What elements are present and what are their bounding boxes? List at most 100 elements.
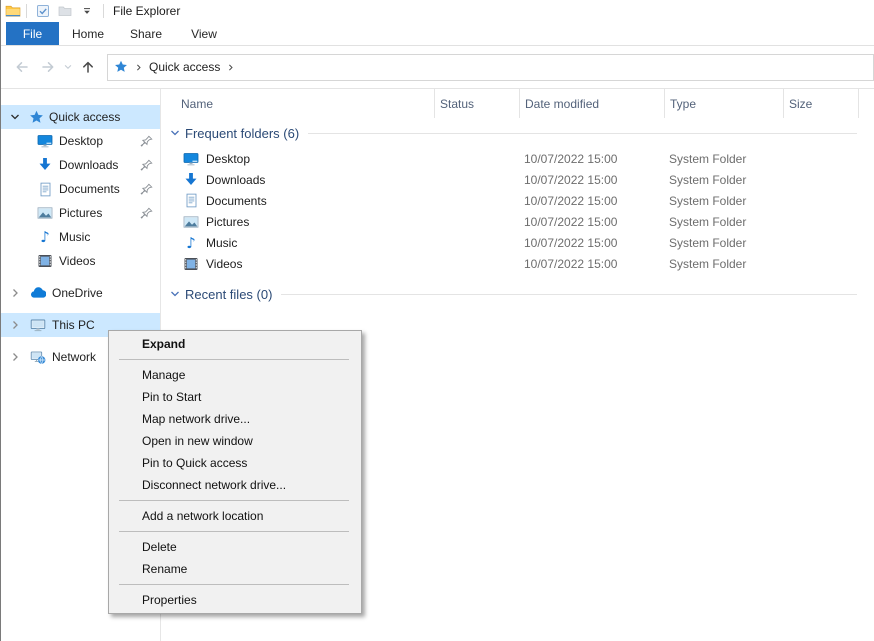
sidebar-item-music[interactable]: ♪ Music — [1, 225, 160, 249]
tab-view[interactable]: View — [175, 22, 233, 45]
file-type: System Folder — [664, 152, 783, 166]
navigation-bar: Quick access — [1, 46, 874, 89]
file-date-modified: 10/07/2022 15:00 — [519, 257, 664, 271]
file-type: System Folder — [664, 173, 783, 187]
breadcrumb-quick-access[interactable]: Quick access — [149, 60, 220, 74]
chevron-down-icon — [169, 288, 181, 300]
pictures-icon — [183, 214, 199, 230]
sidebar-item-label: OneDrive — [52, 286, 103, 300]
menu-separator — [119, 500, 349, 501]
chevron-down-icon — [169, 127, 181, 139]
file-row-videos[interactable]: Videos 10/07/2022 15:00 System Folder — [161, 253, 874, 274]
file-type: System Folder — [664, 215, 783, 229]
file-type: System Folder — [664, 194, 783, 208]
properties-icon[interactable] — [32, 2, 54, 20]
pin-icon — [140, 183, 153, 196]
menu-item-manage[interactable]: Manage — [109, 364, 361, 386]
file-name: Pictures — [206, 215, 249, 229]
file-row-music[interactable]: ♪Music 10/07/2022 15:00 System Folder — [161, 232, 874, 253]
group-recent-files[interactable]: Recent files (0) — [161, 279, 874, 309]
column-header-name[interactable]: Name — [161, 89, 434, 118]
pin-icon — [140, 207, 153, 220]
column-header-type[interactable]: Type — [664, 89, 783, 118]
downloads-icon — [183, 172, 199, 188]
quick-access-star-icon — [28, 109, 44, 125]
sidebar-item-documents[interactable]: Documents — [1, 177, 160, 201]
file-name: Downloads — [206, 173, 265, 187]
sidebar-item-label: Videos — [59, 254, 95, 268]
file-date-modified: 10/07/2022 15:00 — [519, 194, 664, 208]
quick-access-star-icon — [114, 60, 128, 74]
file-row-documents[interactable]: Documents 10/07/2022 15:00 System Folder — [161, 190, 874, 211]
menu-item-properties[interactable]: Properties — [109, 589, 361, 611]
menu-item-rename[interactable]: Rename — [109, 558, 361, 580]
menu-item-expand[interactable]: Expand — [109, 333, 361, 355]
column-headers: Name Status Date modified Type Size — [161, 89, 874, 118]
title-bar: File Explorer — [1, 0, 874, 22]
menu-item-open-in-new-window[interactable]: Open in new window — [109, 430, 361, 452]
back-icon[interactable] — [9, 54, 35, 80]
this-pc-context-menu: Expand Manage Pin to Start Map network d… — [108, 330, 362, 614]
sidebar-item-label: Documents — [59, 182, 120, 196]
menu-item-add-a-network-location[interactable]: Add a network location — [109, 505, 361, 527]
breadcrumb-chevron-icon — [226, 63, 235, 72]
sidebar-item-desktop[interactable]: Desktop — [1, 129, 160, 153]
new-folder-icon[interactable] — [54, 2, 76, 20]
sidebar-item-label: Music — [59, 230, 90, 244]
file-explorer-window: File Explorer File Home Share View Quick… — [0, 0, 874, 641]
chevron-down-icon[interactable] — [9, 111, 21, 123]
sidebar-item-downloads[interactable]: Downloads — [1, 153, 160, 177]
column-header-end — [858, 89, 874, 118]
tab-share[interactable]: Share — [117, 22, 175, 45]
column-header-date-modified[interactable]: Date modified — [519, 89, 664, 118]
customize-qat-dropdown-icon[interactable] — [76, 2, 98, 20]
desktop-icon — [37, 133, 53, 149]
menu-separator — [119, 584, 349, 585]
titlebar-divider — [26, 4, 27, 18]
menu-item-map-network-drive[interactable]: Map network drive... — [109, 408, 361, 430]
window-title: File Explorer — [113, 4, 180, 18]
file-name: Desktop — [206, 152, 250, 166]
up-icon[interactable] — [75, 54, 101, 80]
file-row-desktop[interactable]: Desktop 10/07/2022 15:00 System Folder — [161, 148, 874, 169]
pictures-icon — [37, 205, 53, 221]
column-header-status[interactable]: Status — [434, 89, 519, 118]
desktop-icon — [183, 151, 199, 167]
file-row-pictures[interactable]: Pictures 10/07/2022 15:00 System Folder — [161, 211, 874, 232]
chevron-right-icon[interactable] — [9, 287, 21, 299]
recent-locations-dropdown-icon[interactable] — [61, 54, 75, 80]
documents-icon — [37, 181, 53, 197]
menu-item-delete[interactable]: Delete — [109, 536, 361, 558]
sidebar-item-label: This PC — [52, 318, 95, 332]
forward-icon[interactable] — [35, 54, 61, 80]
menu-item-pin-to-quick-access[interactable]: Pin to Quick access — [109, 452, 361, 474]
sidebar-item-onedrive[interactable]: OneDrive — [1, 281, 160, 305]
chevron-right-icon[interactable] — [9, 351, 21, 363]
file-explorer-app-icon — [5, 3, 21, 19]
menu-item-disconnect-network-drive[interactable]: Disconnect network drive... — [109, 474, 361, 496]
sidebar-item-label: Pictures — [59, 206, 102, 220]
network-icon — [30, 349, 46, 365]
videos-icon — [183, 256, 199, 272]
sidebar-item-label: Network — [52, 350, 96, 364]
onedrive-cloud-icon — [30, 285, 46, 301]
chevron-right-icon[interactable] — [9, 319, 21, 331]
pin-icon — [140, 135, 153, 148]
videos-icon — [37, 253, 53, 269]
column-header-size[interactable]: Size — [783, 89, 858, 118]
file-row-downloads[interactable]: Downloads 10/07/2022 15:00 System Folder — [161, 169, 874, 190]
sidebar-item-quick-access[interactable]: Quick access — [1, 105, 160, 129]
menu-item-pin-to-start[interactable]: Pin to Start — [109, 386, 361, 408]
file-date-modified: 10/07/2022 15:00 — [519, 173, 664, 187]
file-name: Videos — [206, 257, 242, 271]
tab-file[interactable]: File — [6, 22, 59, 45]
sidebar-item-videos[interactable]: Videos — [1, 249, 160, 273]
sidebar-item-pictures[interactable]: Pictures — [1, 201, 160, 225]
file-date-modified: 10/07/2022 15:00 — [519, 152, 664, 166]
group-label: Frequent folders (6) — [185, 126, 299, 141]
address-bar[interactable]: Quick access — [107, 54, 874, 81]
this-pc-icon — [30, 317, 46, 333]
group-frequent-folders[interactable]: Frequent folders (6) — [161, 118, 874, 148]
tab-home[interactable]: Home — [59, 22, 117, 45]
sidebar-item-label: Downloads — [59, 158, 118, 172]
